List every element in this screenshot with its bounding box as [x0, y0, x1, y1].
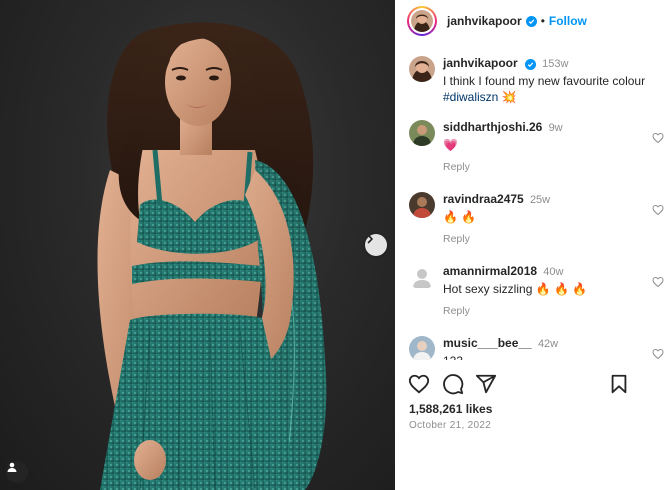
reply-button[interactable]: Reply: [443, 305, 664, 317]
comments-list[interactable]: janhvikapoor 153w I think I found my new…: [395, 50, 670, 360]
comment-username[interactable]: music___bee__: [443, 336, 532, 350]
reply-button[interactable]: Reply: [443, 161, 664, 173]
comment-item: ravindraa2475 25w 🔥 🔥 Reply: [409, 192, 664, 245]
photo-illustration: [97, 22, 327, 490]
reply-button[interactable]: Reply: [443, 233, 664, 245]
verified-badge-icon: [525, 15, 537, 27]
post-header: janhvikapoor • Follow: [395, 0, 670, 42]
heart-icon[interactable]: [408, 373, 430, 395]
caption-emoji: 💥: [501, 90, 517, 104]
follow-button[interactable]: Follow: [549, 14, 587, 28]
likes-count[interactable]: 1,588,261 likes: [409, 402, 492, 416]
like-comment-heart-icon[interactable]: [652, 348, 664, 360]
caption-time[interactable]: 153w: [542, 58, 568, 70]
comment-icon[interactable]: [442, 373, 464, 395]
commenter-avatar[interactable]: [409, 336, 435, 360]
comment-item: siddharthjoshi.26 9w 💗 Reply: [409, 120, 664, 173]
comment-item: amannirmal2018 40w Hot sexy sizzling 🔥 🔥…: [409, 264, 664, 317]
caption-avatar[interactable]: [409, 56, 435, 82]
commenter-avatar[interactable]: [409, 192, 435, 218]
commenter-avatar-default[interactable]: [409, 264, 435, 290]
caption-text: I think I found my new favourite colour: [443, 74, 646, 88]
caption-hashtag[interactable]: #diwaliszn: [443, 90, 498, 104]
comment-username[interactable]: amannirmal2018: [443, 264, 537, 278]
comment-text: 🔥 🔥: [443, 210, 477, 224]
user-tag-icon: [7, 462, 17, 472]
bookmark-icon[interactable]: [608, 373, 630, 395]
comment-time[interactable]: 9w: [549, 122, 563, 134]
comment-item: music___bee__ 42w 123: [409, 336, 664, 360]
comment-time[interactable]: 40w: [543, 266, 563, 278]
author-username[interactable]: janhvikapoor: [447, 14, 522, 28]
caption-username[interactable]: janhvikapoor: [443, 56, 518, 70]
post-photo[interactable]: [0, 0, 395, 490]
post-side-panel: janhvikapoor • Follow janhvikapoor 153w …: [395, 0, 670, 490]
comment-text: 💗: [443, 138, 458, 152]
verified-badge-icon: [524, 59, 536, 70]
comment-text: Hot sexy sizzling 🔥 🔥 🔥: [443, 282, 588, 296]
commenter-avatar[interactable]: [409, 120, 435, 146]
tagged-users-button[interactable]: [6, 461, 28, 483]
comment-username[interactable]: siddharthjoshi.26: [443, 120, 542, 134]
author-avatar-ring[interactable]: [407, 6, 437, 36]
caption: janhvikapoor 153w I think I found my new…: [409, 56, 664, 105]
next-photo-button[interactable]: [365, 234, 387, 256]
comment-time[interactable]: 42w: [538, 338, 558, 350]
comment-time[interactable]: 25w: [530, 194, 550, 206]
like-comment-heart-icon[interactable]: [652, 132, 664, 144]
like-comment-heart-icon[interactable]: [652, 204, 664, 216]
post-date[interactable]: October 21, 2022: [409, 420, 491, 431]
chevron-right-icon: [367, 234, 373, 244]
comment-text: 123: [443, 353, 664, 360]
share-icon[interactable]: [475, 373, 497, 395]
author-avatar: [411, 10, 433, 32]
comment-username[interactable]: ravindraa2475: [443, 192, 524, 206]
separator-dot: •: [540, 14, 545, 28]
post-actions: [395, 367, 670, 401]
like-comment-heart-icon[interactable]: [652, 276, 664, 288]
